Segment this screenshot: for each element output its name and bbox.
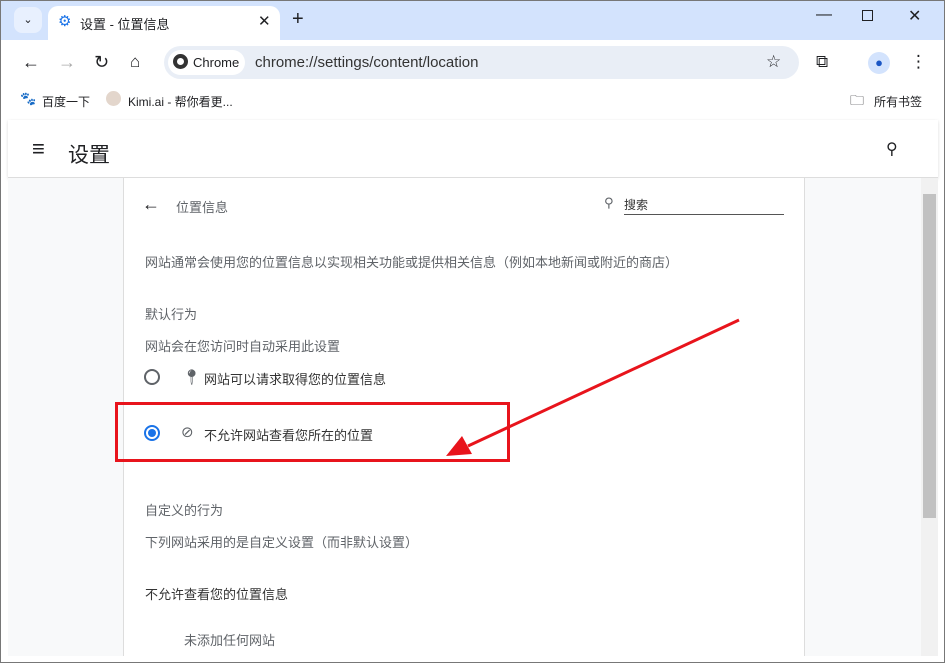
annotation-arrow (446, 318, 740, 456)
